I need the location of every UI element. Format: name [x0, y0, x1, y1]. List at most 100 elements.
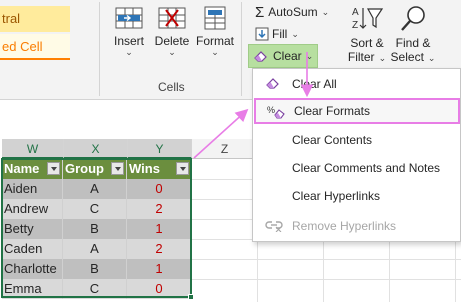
chevron-down-icon: ⌄: [211, 47, 219, 57]
header-group-label: Group: [65, 161, 104, 176]
fill-down-icon: [255, 27, 269, 41]
menu-item-label: Clear Hyperlinks: [292, 189, 381, 203]
header-name-label: Name: [4, 161, 40, 176]
menu-item-label: Clear Comments and Notes: [292, 161, 441, 175]
svg-text:Z: Z: [352, 20, 358, 31]
cell-wins[interactable]: 0: [127, 279, 191, 299]
find-select-label-row: Select ⌄: [390, 50, 436, 64]
clear-label: Clear: [273, 49, 302, 63]
sigma-icon: Σ: [255, 3, 265, 21]
sort-filter-icon: A Z: [352, 7, 384, 31]
cell-wins[interactable]: 0: [127, 179, 191, 199]
ribbon-separator: [99, 2, 100, 96]
table-row: Charlotte B 1: [2, 259, 191, 279]
table-row: Caden A 2: [2, 239, 191, 259]
filter-dropdown-icon[interactable]: [47, 162, 60, 175]
menu-item-clear-comments[interactable]: Clear Comments and Notes: [254, 155, 460, 181]
menu-item-label: Clear Contents: [292, 133, 373, 147]
column-header-x[interactable]: X: [64, 139, 128, 159]
cell-wins[interactable]: 2: [127, 239, 191, 259]
cell-group[interactable]: A: [63, 239, 127, 259]
insert-button[interactable]: Insert ⌄: [108, 2, 150, 64]
delete-button[interactable]: Delete ⌄: [152, 2, 192, 64]
format-label: Format: [195, 34, 234, 48]
menu-item-clear-contents[interactable]: Clear Contents: [254, 127, 460, 153]
find-select-label-1: Find &: [395, 36, 431, 50]
cell-wins[interactable]: 1: [127, 219, 191, 239]
table-row: Aiden A 0: [2, 179, 191, 199]
chevron-down-icon: ⌄: [168, 47, 176, 57]
sort-filter-button[interactable]: A Z Sort & Filter ⌄: [344, 2, 390, 64]
delete-label: Delete: [154, 34, 190, 48]
svg-text:%: %: [267, 105, 275, 115]
menu-item-clear-formats[interactable]: % Clear Formats: [254, 98, 460, 124]
format-cells-icon: [204, 6, 226, 30]
delete-cells-icon: [158, 7, 186, 29]
eraser-icon: [266, 78, 279, 89]
find-select-button[interactable]: Find & Select ⌄: [390, 2, 436, 64]
table-row: Betty B 1: [2, 219, 191, 239]
header-cell-group[interactable]: Group: [63, 159, 127, 179]
cell-group[interactable]: B: [63, 219, 127, 239]
cell-name[interactable]: Andrew: [2, 199, 63, 219]
column-header-y[interactable]: Y: [128, 139, 192, 159]
menu-item-label: Remove Hyperlinks: [292, 219, 397, 233]
gridline: [192, 279, 461, 280]
clear-button[interactable]: Clear ⌄: [248, 44, 318, 68]
header-wins-label: Wins: [129, 161, 160, 176]
clear-dropdown-menu: Clear All % Clear Formats Clear Contents…: [252, 68, 461, 242]
clear-formats-icon: %: [267, 105, 285, 119]
find-select-label-2: Select: [390, 50, 424, 64]
filter-dropdown-icon[interactable]: [111, 162, 124, 175]
fill-button[interactable]: Fill ⌄: [255, 24, 299, 44]
eraser-icon: [254, 51, 267, 62]
format-button[interactable]: Format ⌄: [194, 2, 236, 64]
cell-name[interactable]: Aiden: [2, 179, 63, 199]
chevron-down-icon: ⌄: [305, 50, 314, 61]
autosum-button[interactable]: Σ AutoSum ⌄: [255, 2, 329, 22]
cell-group[interactable]: C: [63, 199, 127, 219]
menu-item-label: Clear Formats: [294, 104, 371, 118]
menu-item-label: Clear All: [292, 77, 337, 91]
chevron-down-icon: ⌄: [427, 53, 436, 63]
style-neutral[interactable]: tral: [0, 6, 70, 32]
cell-name[interactable]: Caden: [2, 239, 63, 259]
cell-wins[interactable]: 2: [127, 199, 191, 219]
chevron-down-icon: ⌄: [125, 47, 133, 57]
menu-item-clear-all[interactable]: Clear All: [254, 71, 460, 97]
table-row: Andrew C 2: [2, 199, 191, 219]
cell-name[interactable]: Charlotte: [2, 259, 63, 279]
fill-label: Fill: [272, 27, 288, 41]
insert-label: Insert: [113, 34, 144, 48]
cell-name[interactable]: Emma: [2, 279, 63, 299]
style-linked-cell[interactable]: ed Cell: [0, 34, 70, 60]
chevron-down-icon: ⌄: [378, 53, 387, 63]
cell-group[interactable]: C: [63, 279, 127, 299]
svg-text:A: A: [352, 7, 359, 18]
chevron-down-icon: ⌄: [321, 6, 330, 17]
cell-group[interactable]: B: [63, 259, 127, 279]
chevron-down-icon: ⌄: [291, 28, 299, 39]
filter-dropdown-icon[interactable]: [176, 162, 189, 175]
magnifier-icon: [401, 6, 425, 31]
table-header-row: Name Group Wins: [2, 159, 191, 179]
column-header-w[interactable]: W: [2, 139, 64, 159]
cell-wins[interactable]: 1: [127, 259, 191, 279]
sort-filter-label-1: Sort &: [350, 36, 384, 50]
ribbon-separator: [241, 2, 242, 96]
menu-item-clear-hyperlinks[interactable]: Clear Hyperlinks: [254, 183, 460, 209]
cell-name[interactable]: Betty: [2, 219, 63, 239]
fill-handle[interactable]: [188, 294, 194, 300]
remove-link-icon: [265, 221, 283, 232]
table-row: Emma C 0: [2, 279, 191, 299]
cells-group-label: Cells: [158, 80, 185, 94]
menu-item-remove-hyperlinks[interactable]: Remove Hyperlinks: [254, 213, 460, 239]
autosum-label: AutoSum: [268, 5, 318, 19]
column-header-z[interactable]: Z: [192, 139, 258, 159]
header-cell-name[interactable]: Name: [2, 159, 63, 179]
insert-cells-icon: [115, 7, 143, 29]
sort-filter-label-2: Filter: [347, 50, 375, 64]
header-cell-wins[interactable]: Wins: [127, 159, 191, 179]
cell-group[interactable]: A: [63, 179, 127, 199]
gridline: [192, 259, 461, 260]
